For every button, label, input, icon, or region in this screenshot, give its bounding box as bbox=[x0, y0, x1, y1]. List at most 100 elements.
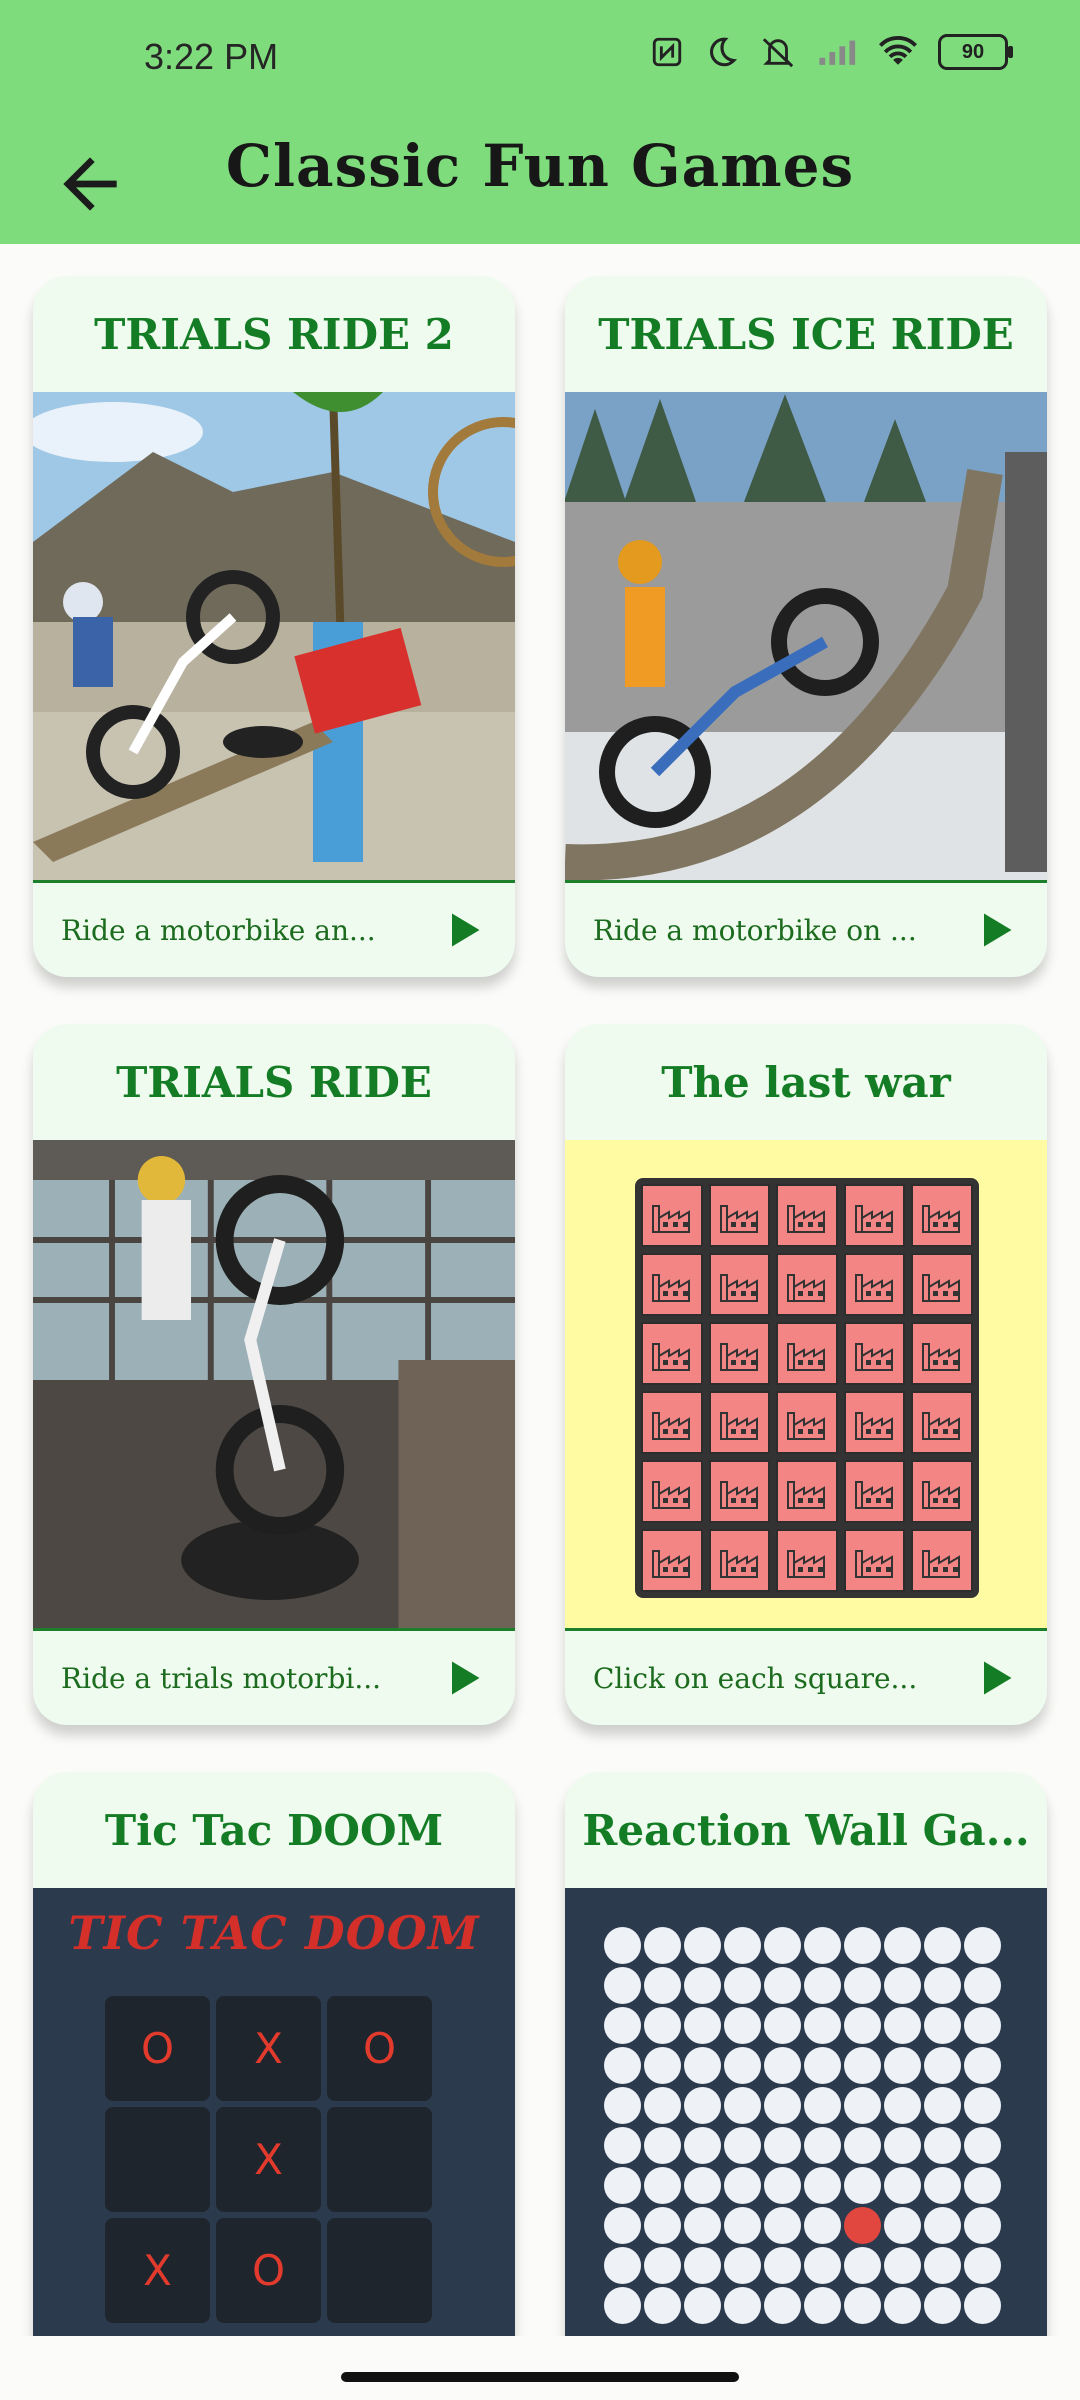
dot-grid bbox=[603, 1926, 1003, 2326]
dot bbox=[844, 2047, 881, 2084]
factory-tile bbox=[911, 1460, 973, 1523]
board-cell: O bbox=[216, 2218, 321, 2323]
nfc-icon bbox=[652, 37, 682, 67]
dot bbox=[604, 2087, 641, 2124]
dot bbox=[644, 1927, 681, 1964]
dot bbox=[684, 1967, 721, 2004]
factory-tile bbox=[911, 1391, 973, 1454]
factory-tile bbox=[911, 1184, 973, 1247]
factory-tile bbox=[641, 1391, 703, 1454]
factory-grid bbox=[635, 1178, 979, 1598]
dot bbox=[684, 2007, 721, 2044]
dot bbox=[844, 2287, 881, 2324]
dot bbox=[804, 2247, 841, 2284]
game-card-reaction-wall[interactable]: Reaction Wall Ga... bbox=[565, 1772, 1047, 2336]
board-cell bbox=[105, 2107, 210, 2212]
factory-tile bbox=[708, 1184, 771, 1247]
dot bbox=[804, 2287, 841, 2324]
dot bbox=[644, 2287, 681, 2324]
game-description: Click on each square... bbox=[593, 1661, 918, 1695]
factory-tile bbox=[776, 1460, 838, 1523]
dot bbox=[644, 2007, 681, 2044]
factory-tile bbox=[708, 1460, 771, 1523]
dot bbox=[604, 2127, 641, 2164]
dot bbox=[804, 2087, 841, 2124]
dot bbox=[924, 2247, 961, 2284]
dot bbox=[604, 2287, 641, 2324]
dot bbox=[964, 2007, 1001, 2044]
dot bbox=[604, 2047, 641, 2084]
game-title: TRIALS RIDE 2 bbox=[94, 309, 454, 359]
game-thumbnail bbox=[565, 392, 1047, 883]
game-card-trials-ice-ride[interactable]: TRIALS ICE RIDE Ride a motorbike on ... bbox=[565, 276, 1047, 977]
dot bbox=[644, 2247, 681, 2284]
thumbnail-title: TIC TAC DOOM bbox=[68, 1906, 480, 1960]
dot bbox=[964, 2047, 1001, 2084]
signal-icon bbox=[819, 40, 856, 65]
dot bbox=[964, 2167, 1001, 2204]
dot bbox=[884, 2007, 921, 2044]
app-bar: Classic Fun Games bbox=[0, 120, 1080, 244]
game-footer: Ride a trials motorbi... bbox=[33, 1631, 515, 1725]
dot bbox=[844, 2087, 881, 2124]
dot bbox=[884, 1967, 921, 2004]
dot bbox=[844, 2167, 881, 2204]
game-card-the-last-war[interactable]: The last war Click on each square... bbox=[565, 1024, 1047, 1725]
dot bbox=[764, 2007, 801, 2044]
dot bbox=[764, 2167, 801, 2204]
game-card-tic-tac-doom[interactable]: Tic Tac DOOM TIC TAC DOOM O X O X X O bbox=[33, 1772, 515, 2336]
game-card-trials-ride[interactable]: TRIALS RIDE Ride a trials motorbi... bbox=[33, 1024, 515, 1725]
dot bbox=[764, 2247, 801, 2284]
dot bbox=[884, 2287, 921, 2324]
factory-tile bbox=[641, 1184, 703, 1247]
status-bar: 3:22 PM 90 bbox=[0, 0, 1080, 120]
game-thumbnail bbox=[33, 1140, 515, 1631]
board-cell: O bbox=[105, 1996, 210, 2101]
dot bbox=[604, 2207, 641, 2244]
game-card-trials-ride-2[interactable]: TRIALS RIDE 2 Ride a motorbike an... bbox=[33, 276, 515, 977]
board-cell: X bbox=[216, 1996, 321, 2101]
dot bbox=[804, 1927, 841, 1964]
dot bbox=[604, 2007, 641, 2044]
dot bbox=[964, 2287, 1001, 2324]
dot bbox=[724, 2007, 761, 2044]
dot bbox=[644, 2087, 681, 2124]
play-icon[interactable] bbox=[973, 908, 1017, 952]
dot bbox=[604, 1927, 641, 1964]
page-title: Classic Fun Games bbox=[225, 132, 855, 200]
dot bbox=[884, 2247, 921, 2284]
dot bbox=[684, 2247, 721, 2284]
dot bbox=[924, 2287, 961, 2324]
dot bbox=[804, 1967, 841, 2004]
dot bbox=[884, 2127, 921, 2164]
dot bbox=[604, 1967, 641, 2004]
dot bbox=[804, 2047, 841, 2084]
game-footer: Ride a motorbike an... bbox=[33, 883, 515, 977]
dot bbox=[964, 2127, 1001, 2164]
home-indicator[interactable] bbox=[341, 2372, 739, 2382]
game-title: TRIALS RIDE bbox=[116, 1057, 432, 1107]
dot bbox=[724, 2287, 761, 2324]
dot bbox=[964, 1927, 1001, 1964]
dot bbox=[644, 1967, 681, 2004]
dot bbox=[924, 2167, 961, 2204]
play-icon[interactable] bbox=[441, 908, 485, 952]
dot bbox=[764, 1927, 801, 1964]
game-description: Ride a motorbike an... bbox=[61, 913, 376, 947]
board-cell: O bbox=[327, 1996, 432, 2101]
status-icons: 90 bbox=[650, 34, 1013, 70]
dot bbox=[804, 2167, 841, 2204]
dot bbox=[884, 2207, 921, 2244]
play-icon[interactable] bbox=[973, 1656, 1017, 1700]
wifi-icon bbox=[878, 36, 918, 65]
board-cell bbox=[327, 2107, 432, 2212]
dot bbox=[844, 2127, 881, 2164]
game-footer: Ride a motorbike on ... bbox=[565, 883, 1047, 977]
dot bbox=[884, 2167, 921, 2204]
factory-tile bbox=[776, 1529, 838, 1592]
dot bbox=[684, 2287, 721, 2324]
play-icon[interactable] bbox=[441, 1656, 485, 1700]
dot bbox=[804, 2127, 841, 2164]
dot bbox=[764, 2287, 801, 2324]
factory-tile bbox=[911, 1322, 973, 1385]
